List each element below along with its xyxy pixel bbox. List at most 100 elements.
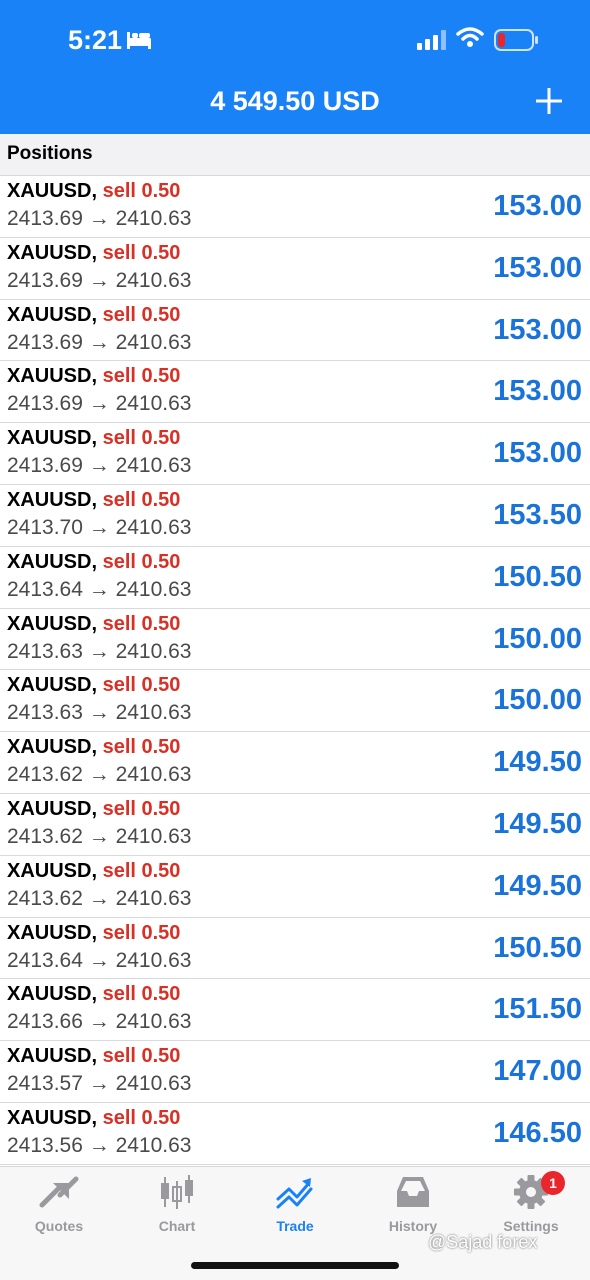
trade-icon: [276, 1178, 313, 1209]
home-indicator[interactable]: [191, 1262, 399, 1269]
status-time: 5:21: [68, 25, 123, 55]
position-symbol: XAUUSD,: [7, 797, 98, 820]
position-prices: 2413.64 → 2410.63: [7, 577, 192, 601]
position-prices: 2413.63 → 2410.63: [7, 701, 192, 725]
position-prices: 2413.63 → 2410.63: [7, 639, 192, 663]
position-row[interactable]: XAUUSD, sell 0.50 2413.69 → 2410.63 153.00: [0, 423, 590, 485]
position-row[interactable]: XAUUSD, sell 0.50 2413.69 → 2410.63 153.00: [0, 238, 590, 300]
position-symbol: XAUUSD,: [7, 241, 98, 264]
position-profit: 150.50: [493, 931, 582, 964]
watermark: @Sajad forex: [428, 1232, 538, 1252]
tab-settings[interactable]: 1 Settings: [472, 1171, 590, 1234]
position-row[interactable]: XAUUSD, sell 0.50 2413.63 → 2410.63 150.00: [0, 609, 590, 671]
position-title: XAUUSD, sell 0.50: [7, 180, 180, 203]
position-title: XAUUSD, sell 0.50: [7, 922, 180, 945]
position-row[interactable]: XAUUSD, sell 0.50 2413.63 → 2410.63 150.00: [0, 670, 590, 733]
position-symbol: XAUUSD,: [7, 736, 98, 759]
position-side: sell 0.50: [102, 921, 181, 944]
position-prices: 2413.69 → 2410.63: [7, 330, 192, 354]
position-title: XAUUSD, sell 0.50: [7, 365, 180, 388]
position-prices: 2413.70 → 2410.63: [7, 515, 192, 539]
position-profit: 149.50: [493, 807, 582, 840]
account-balance: 4 549.50 USD: [210, 86, 380, 116]
position-title: XAUUSD, sell 0.50: [7, 798, 180, 821]
position-prices: 2413.62 → 2410.63: [7, 886, 192, 910]
position-prices: 2413.69 → 2410.63: [7, 268, 192, 292]
position-row[interactable]: XAUUSD, sell 0.50 2413.62 → 2410.63 149.50: [0, 732, 590, 794]
position-side: sell 0.50: [102, 550, 181, 573]
positions-section-header: Positions: [0, 134, 590, 176]
position-symbol: XAUUSD,: [7, 1045, 98, 1068]
position-profit: 153.00: [493, 190, 582, 222]
positions-list: XAUUSD, sell 0.50 2413.69 → 2410.63 153.00…: [0, 176, 590, 1165]
position-profit: 150.00: [493, 684, 582, 717]
position-side: sell 0.50: [102, 1045, 181, 1068]
wifi-icon: [456, 26, 484, 53]
position-row[interactable]: XAUUSD, sell 0.50 2413.56 → 2410.63 146.50: [0, 1103, 590, 1165]
position-title: XAUUSD, sell 0.50: [7, 1107, 180, 1130]
position-row[interactable]: XAUUSD, sell 0.50 2413.62 → 2410.63 149.50: [0, 856, 590, 918]
position-side: sell 0.50: [102, 241, 181, 264]
position-title: XAUUSD, sell 0.50: [7, 736, 180, 759]
position-title: XAUUSD, sell 0.50: [7, 983, 180, 1006]
position-profit: 153.00: [493, 437, 582, 470]
plus-icon: [536, 88, 562, 114]
position-row[interactable]: XAUUSD, sell 0.50 2413.70 → 2410.63 153.50: [0, 485, 590, 547]
position-profit: 150.50: [493, 560, 582, 593]
position-side: sell 0.50: [102, 303, 181, 326]
position-title: XAUUSD, sell 0.50: [7, 242, 180, 265]
position-row[interactable]: XAUUSD, sell 0.50 2413.64 → 2410.63 150.50: [0, 547, 590, 609]
position-title: XAUUSD, sell 0.50: [7, 1045, 180, 1068]
position-symbol: XAUUSD,: [7, 1106, 98, 1129]
tab-quotes[interactable]: Quotes: [0, 1175, 118, 1234]
position-symbol: XAUUSD,: [7, 612, 98, 635]
position-prices: 2413.56 → 2410.63: [7, 1133, 192, 1157]
position-profit: 153.00: [493, 313, 582, 346]
position-side: sell 0.50: [102, 674, 181, 697]
position-title: XAUUSD, sell 0.50: [7, 304, 180, 327]
tab-history[interactable]: History: [354, 1175, 472, 1234]
position-symbol: XAUUSD,: [7, 180, 98, 202]
add-position-button[interactable]: [534, 86, 564, 116]
position-prices: 2413.69 → 2410.63: [7, 392, 192, 416]
position-profit: 150.00: [493, 622, 582, 655]
position-row[interactable]: XAUUSD, sell 0.50 2413.57 → 2410.63 147.00: [0, 1041, 590, 1103]
position-row[interactable]: XAUUSD, sell 0.50 2413.66 → 2410.63 151.50: [0, 979, 590, 1042]
position-profit: 147.00: [493, 1055, 582, 1088]
position-row[interactable]: XAUUSD, sell 0.50 2413.69 → 2410.63 153.00: [0, 361, 590, 424]
position-symbol: XAUUSD,: [7, 488, 98, 511]
position-prices: 2413.69 → 2410.63: [7, 454, 192, 478]
position-symbol: XAUUSD,: [7, 921, 98, 944]
position-row[interactable]: XAUUSD, sell 0.50 2413.69 → 2410.63 153.00: [0, 300, 590, 362]
nav-bar: 4 549.50 USD: [0, 80, 590, 134]
position-title: XAUUSD, sell 0.50: [7, 613, 180, 636]
position-symbol: XAUUSD,: [7, 427, 98, 450]
position-side: sell 0.50: [102, 736, 181, 759]
tab-chart[interactable]: Chart: [118, 1175, 236, 1234]
bed-icon: [126, 30, 152, 55]
position-prices: 2413.64 → 2410.63: [7, 948, 192, 972]
tab-label-quotes: Quotes: [34, 1218, 84, 1234]
position-side: sell 0.50: [102, 365, 181, 388]
position-profit: 149.50: [493, 746, 582, 779]
cellular-signal-icon: [417, 30, 447, 55]
position-title: XAUUSD, sell 0.50: [7, 674, 180, 697]
position-prices: 2413.62 → 2410.63: [7, 763, 192, 787]
position-prices: 2413.69 → 2410.63: [7, 207, 192, 230]
position-side: sell 0.50: [102, 983, 181, 1006]
section-title: Positions: [7, 143, 93, 164]
tab-label-chart: Chart: [158, 1218, 196, 1234]
tab-trade[interactable]: Trade: [236, 1175, 354, 1234]
status-bar: 5:21: [0, 0, 590, 80]
position-side: sell 0.50: [102, 612, 181, 635]
position-profit: 153.00: [493, 375, 582, 408]
position-symbol: XAUUSD,: [7, 550, 98, 573]
quotes-icon: [39, 1176, 79, 1208]
history-icon: [397, 1177, 429, 1207]
position-row[interactable]: XAUUSD, sell 0.50 2413.69 → 2410.63 153.00: [0, 176, 590, 238]
position-row[interactable]: XAUUSD, sell 0.50 2413.64 → 2410.63 150.50: [0, 918, 590, 980]
position-side: sell 0.50: [102, 488, 181, 511]
position-row[interactable]: XAUUSD, sell 0.50 2413.62 → 2410.63 149.50: [0, 794, 590, 856]
notification-badge: 1: [541, 1171, 565, 1195]
position-prices: 2413.57 → 2410.63: [7, 1072, 192, 1096]
